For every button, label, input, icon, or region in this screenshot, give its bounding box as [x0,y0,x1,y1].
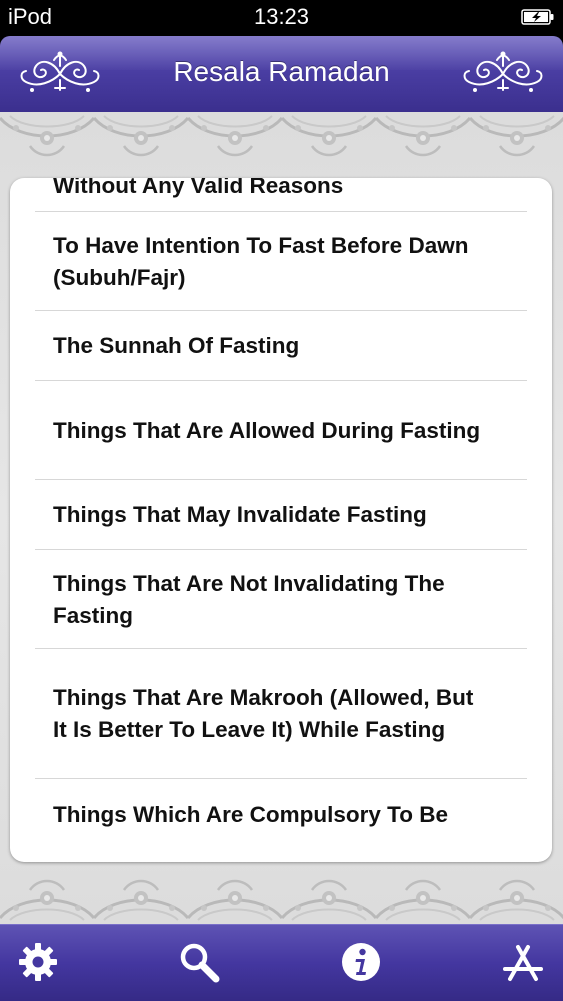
list-item[interactable]: Things That Are Allowed During Fasting [10,381,552,480]
list-item-label: Without Any Valid Reasons [53,178,344,198]
ornament-border-bottom [0,868,563,924]
battery-icon [521,9,554,25]
nav-bar: Resala Ramadan [0,36,563,112]
app-store-icon[interactable] [500,939,546,985]
status-bar: iPod 13:23 [0,0,563,36]
list-item[interactable]: Things That Are Makrooh (Allowed, But It… [10,649,552,779]
clock: 13:23 [253,4,310,29]
list-item-label: Things That Are Allowed During Fasting [53,417,481,443]
info-icon[interactable] [338,939,384,985]
gear-icon[interactable] [15,939,61,985]
list-item[interactable]: The Sunnah Of Fasting [10,311,552,381]
list-item-label: Things Which Are Compulsory To Be [53,802,449,827]
search-icon[interactable] [176,939,222,985]
list-scroll-area[interactable]: Without Any Valid Reasons To Have Intent… [10,178,552,832]
ornament-icon [463,51,543,92]
list-item-label: Things That Are Not Invalidating The Fas… [53,570,445,628]
tab-bar [0,924,563,1001]
list-item-label: The Sunnah Of Fasting [53,333,300,358]
topics-list[interactable]: Without Any Valid Reasons To Have Intent… [10,178,552,862]
list-item[interactable]: Things That Are Not Invalidating The Fas… [10,550,552,649]
list-item[interactable]: Things Which Are Compulsory To Be [10,779,552,832]
list-item[interactable]: To Have Intention To Fast Before Dawn (S… [10,212,552,311]
list-item-label: To Have Intention To Fast Before Dawn (S… [53,232,469,290]
ornament-border-top [0,112,563,168]
list-item-label: Things That May Invalidate Fasting [53,502,427,527]
list-item[interactable]: Without Any Valid Reasons [10,178,552,212]
list-item-label: Things That Are Makrooh (Allowed, But It… [53,685,474,742]
list-item[interactable]: Things That May Invalidate Fasting [10,480,552,550]
